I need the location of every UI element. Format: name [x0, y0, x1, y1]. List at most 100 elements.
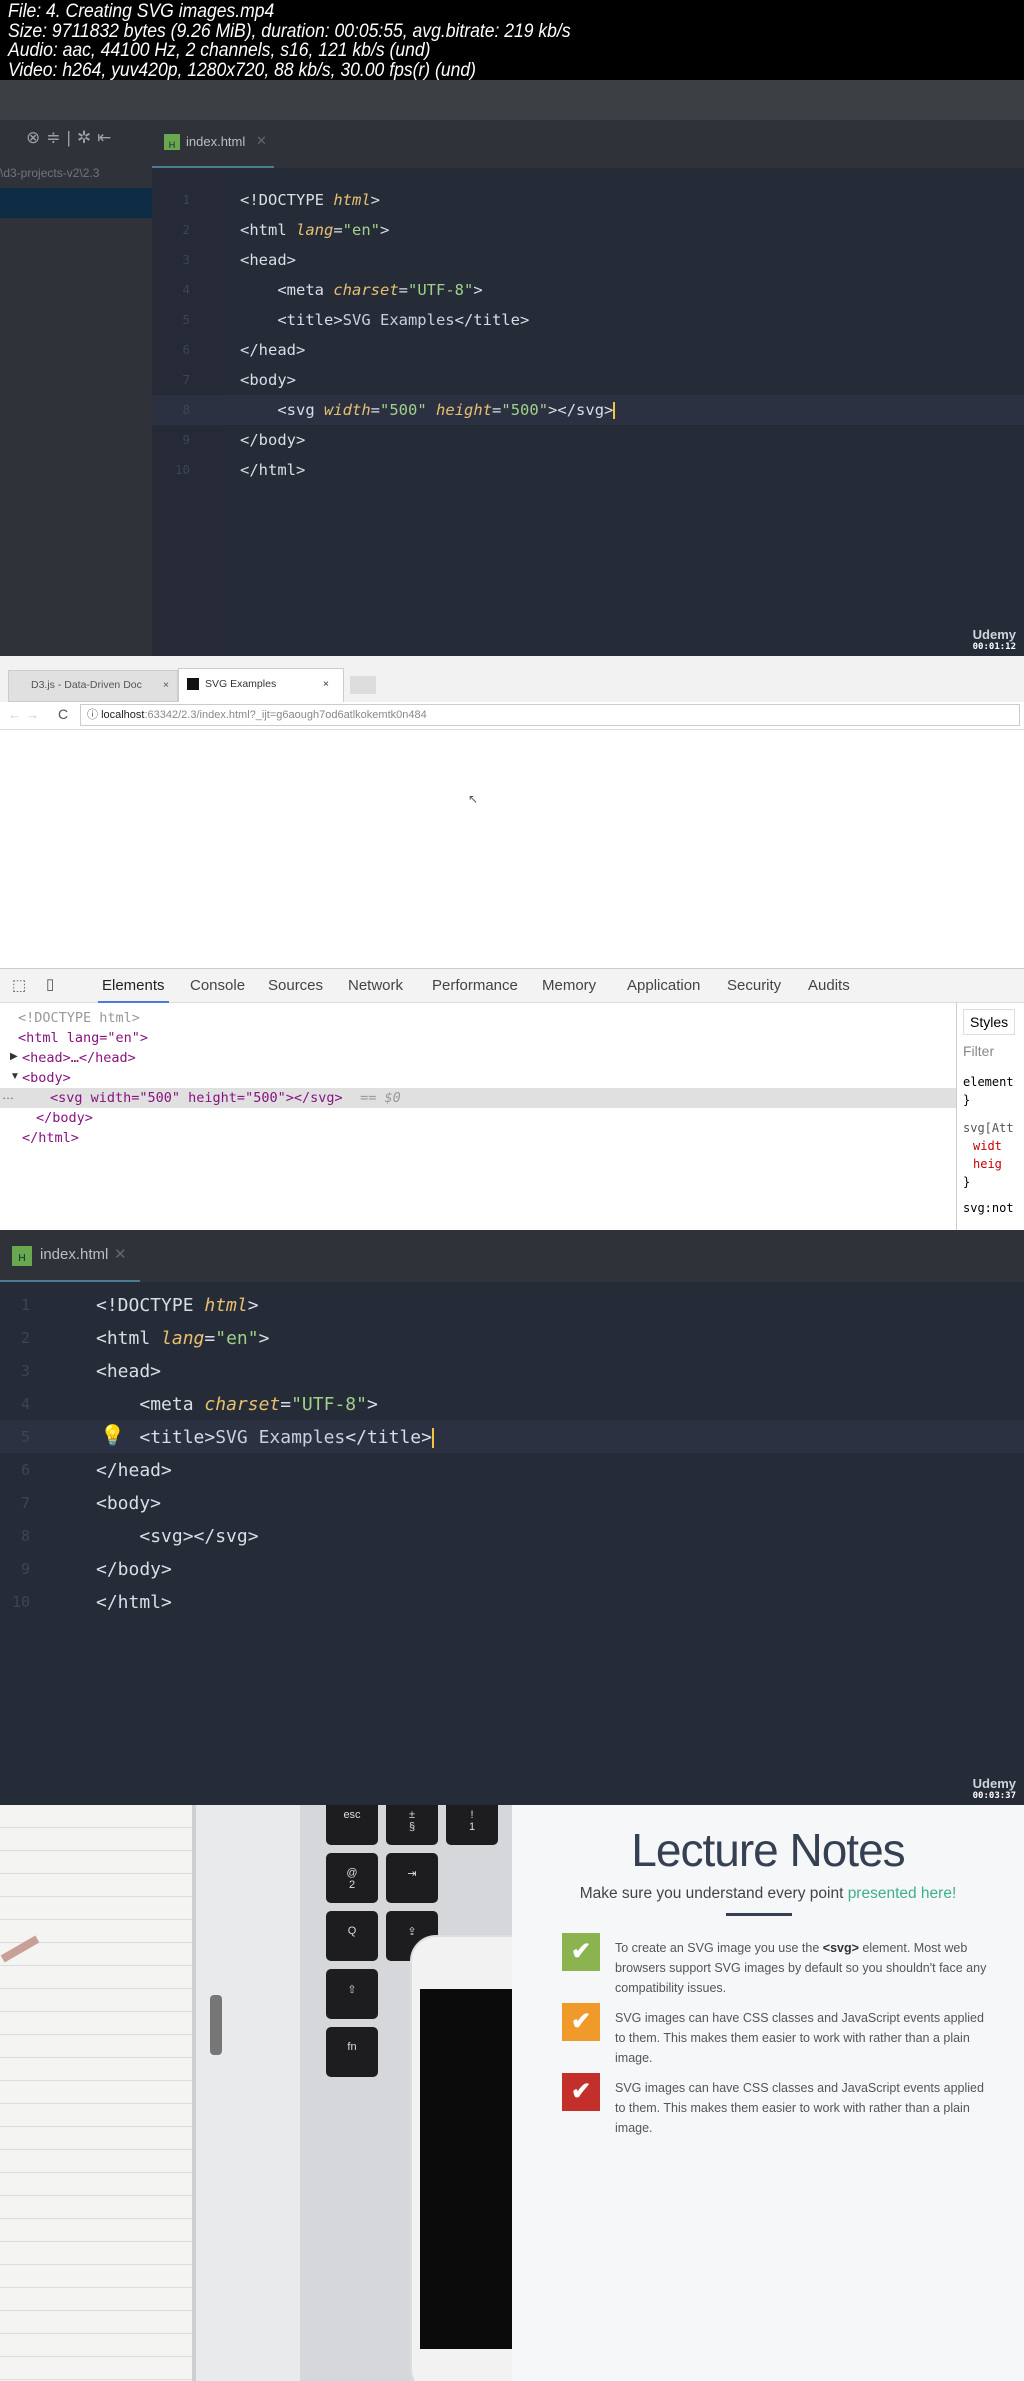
code-token: </title> — [454, 311, 530, 329]
line-number: 8 — [182, 402, 190, 417]
note-text: SVG images can have CSS classes and Java… — [615, 2008, 995, 2068]
code-line[interactable]: <head> — [240, 245, 296, 275]
code-token: <meta — [277, 281, 334, 299]
code-token: SVG Examples — [342, 311, 455, 329]
notebook — [0, 1805, 196, 2381]
line-number: 6 — [20, 1461, 30, 1479]
code-token: <body> — [240, 371, 296, 389]
new-tab-button[interactable] — [350, 676, 376, 694]
code-token: "500" — [501, 401, 549, 419]
brace: } — [963, 1175, 971, 1189]
title-underline — [726, 1913, 792, 1916]
code-line[interactable]: <meta charset="UTF-8"> — [96, 1388, 378, 1421]
check-icon: ✔ — [562, 2003, 600, 2041]
inspect-icon[interactable]: ⬚ — [12, 976, 26, 994]
code-token: height — [436, 401, 493, 419]
devtools-tab-elements[interactable]: Elements — [98, 969, 169, 1003]
dom-doctype[interactable]: <!DOCTYPE html> — [18, 1010, 140, 1026]
selected-tree-row[interactable] — [0, 188, 152, 218]
tab-svg-examples[interactable]: SVG Examples × — [178, 668, 344, 702]
code-line[interactable]: <html lang="en"> — [96, 1322, 269, 1355]
code-token: > — [366, 1394, 378, 1415]
styles-tab[interactable]: Styles — [963, 1009, 1016, 1035]
forward-icon[interactable]: → — [26, 707, 39, 722]
code-token: html — [333, 191, 371, 209]
devtools-tab-audits[interactable]: Audits — [808, 969, 850, 1003]
code-line[interactable]: <svg width="500" height="500"></svg> — [240, 395, 616, 425]
line-number: 5 — [182, 312, 190, 327]
code-line[interactable]: <html lang="en"> — [240, 215, 389, 245]
reload-icon[interactable]: C — [58, 706, 68, 722]
dom-body[interactable]: <body> — [22, 1070, 71, 1086]
code-token: "UTF-8" — [408, 281, 474, 299]
dom-html[interactable]: <html lang="en"> — [18, 1030, 148, 1046]
url-bar[interactable]: ⓘ localhost:63342/2.3/index.html?_ijt=g6… — [80, 704, 1020, 726]
code-line[interactable]: <title>SVG Examples</title> — [96, 1421, 434, 1454]
back-icon[interactable]: ← — [8, 707, 21, 722]
code-line[interactable]: </body> — [240, 425, 305, 455]
html-file-icon: H — [164, 134, 180, 150]
close-tab-icon[interactable]: × — [163, 671, 169, 699]
check-icon: ✔ — [562, 1933, 600, 1971]
selected-node-row[interactable]: … <svg width="500" height="500"></svg> =… — [0, 1088, 956, 1108]
code-line[interactable]: <!DOCTYPE html> — [96, 1289, 259, 1322]
dom-html-close[interactable]: </html> — [22, 1130, 79, 1146]
file-name: File: 4. Creating SVG images.mp4 — [8, 0, 275, 22]
lecture-notes-frame: esc ± §! 1 @ 2 ⇥ Q ⇪ ⇧ fn Lecture Notes Make su… — [0, 1805, 1024, 2381]
code-line[interactable]: <head> — [96, 1355, 161, 1388]
collapse-triangle-icon[interactable]: ▼ — [10, 1071, 20, 1082]
close-tab-icon[interactable]: ✕ — [114, 1245, 127, 1263]
style-prop: heig — [973, 1157, 1002, 1171]
code-line[interactable]: <!DOCTYPE html> — [240, 185, 380, 215]
code-line[interactable]: <meta charset="UTF-8"> — [240, 275, 482, 305]
devtools-tab-security[interactable]: Security — [727, 969, 781, 1003]
tab-d3js[interactable]: D3.js - Data-Driven Doc × — [8, 670, 178, 702]
close-tab-icon[interactable]: × — [323, 669, 329, 699]
devtools-tab-sources[interactable]: Sources — [268, 969, 323, 1003]
brace: } — [963, 1093, 971, 1107]
tab-label: index.html — [186, 134, 246, 149]
code-token: "UTF-8" — [291, 1394, 367, 1415]
dom-head[interactable]: <head>…</head> — [22, 1050, 136, 1066]
devtools-tab-memory[interactable]: Memory — [542, 969, 596, 1003]
line-number: 4 — [182, 282, 190, 297]
code-token: </html> — [240, 461, 306, 479]
devtools-tab-network[interactable]: Network — [348, 969, 403, 1003]
device-icon[interactable]: ▯ — [46, 975, 54, 993]
code-line[interactable]: <svg></svg> — [96, 1520, 258, 1553]
notes-panel: Lecture Notes Make sure you understand e… — [512, 1805, 1024, 2381]
dom-svg[interactable]: <svg width="500" height="500"></svg> — [50, 1090, 343, 1106]
code-token: <title> — [139, 1427, 216, 1448]
sidebar-toolbar-icons[interactable]: ⊗≑|✲⇤ — [26, 128, 117, 148]
code-line[interactable]: </head> — [96, 1454, 172, 1487]
text-cursor — [431, 1428, 434, 1448]
expand-triangle-icon[interactable]: ▶ — [10, 1051, 18, 1062]
code-token: > — [380, 221, 390, 239]
check-icon: ✔ — [562, 2073, 600, 2111]
dom-body-close[interactable]: </body> — [36, 1110, 93, 1126]
devtools-tab-performance[interactable]: Performance — [432, 969, 518, 1003]
code-line[interactable]: <title>SVG Examples</title> — [240, 305, 529, 335]
webstorm-icon — [187, 678, 199, 690]
file-info: File: 4. Creating SVG images.mp4 Size: 9… — [8, 0, 571, 80]
tab-index-html[interactable]: H index.html ✕ — [152, 120, 274, 168]
lecture-title: Lecture Notes — [631, 1824, 905, 1876]
code-line[interactable]: <body> — [240, 365, 296, 395]
code-line[interactable]: </body> — [96, 1553, 172, 1586]
desk-photo: esc ± §! 1 @ 2 ⇥ Q ⇪ ⇧ fn — [0, 1805, 570, 2381]
close-tab-icon[interactable]: ✕ — [256, 133, 267, 149]
tab-index-html[interactable]: H index.html ✕ — [0, 1230, 140, 1282]
code-line[interactable]: </html> — [96, 1586, 172, 1619]
code-line[interactable]: </head> — [240, 335, 305, 365]
styles-filter[interactable]: Filter — [963, 1043, 994, 1059]
devtools-tab-console[interactable]: Console — [190, 969, 245, 1003]
line-number: 4 — [20, 1395, 30, 1413]
code-line[interactable]: </html> — [240, 455, 305, 485]
devtools-tab-application[interactable]: Application — [627, 969, 700, 1003]
code-line[interactable]: <body> — [96, 1487, 161, 1520]
line-number: 10 — [174, 462, 190, 477]
keyboard-key: ± § — [386, 1805, 438, 1845]
